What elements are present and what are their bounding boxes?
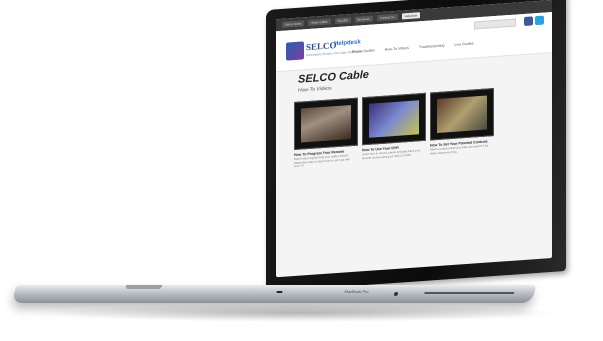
- top-link-helpdesk[interactable]: Helpdesk: [401, 12, 421, 20]
- top-link-pay-bill[interactable]: Pay Bill: [334, 17, 351, 25]
- video-description: Need help programming your cable remote?…: [294, 153, 350, 169]
- site-logo[interactable]: SELCO Helpdesk Shrewsbury Electric and C…: [286, 36, 363, 63]
- laptop-lid: Selco Home Selco Cable Pay Bill Business…: [266, 0, 566, 293]
- top-link-selco-home[interactable]: Selco Home: [282, 20, 305, 28]
- search-input[interactable]: [474, 18, 516, 30]
- video-thumbnail[interactable]: [294, 97, 358, 151]
- main-content: SELCO Cable How-To Videos How To Program…: [284, 57, 544, 170]
- laptop-shadow: [40, 304, 560, 322]
- logo-mark-icon: [286, 41, 304, 61]
- main-nav: Phone Guides How-To Videos Troubleshooti…: [352, 41, 474, 53]
- video-card[interactable]: How To Program Your Remote Need help pro…: [294, 97, 358, 169]
- video-card[interactable]: How To Use Your DVR Learn how to record,…: [362, 92, 426, 164]
- social-links: [524, 15, 544, 26]
- video-description: Want to restrict what your kids can watc…: [430, 143, 489, 156]
- laptop-screen: Selco Home Selco Cable Pay Bill Business…: [276, 0, 552, 278]
- twitter-icon[interactable]: [535, 15, 544, 26]
- nav-item-live-guides[interactable]: Live Guides: [455, 41, 474, 46]
- laptop-brand-label: MacBook Pro: [344, 289, 370, 294]
- lid-opening-notch: [125, 285, 163, 289]
- nav-item-how-to-videos[interactable]: How-To Videos: [385, 46, 409, 52]
- video-thumbnail[interactable]: [362, 92, 426, 146]
- top-link-contact-us[interactable]: Contact Us: [376, 13, 398, 22]
- video-thumbnail[interactable]: [430, 88, 494, 141]
- logo-badge: Helpdesk: [334, 39, 361, 48]
- top-link-business[interactable]: Business: [354, 15, 373, 23]
- video-card[interactable]: How To Set Your Parental Controls Want t…: [430, 88, 494, 159]
- facebook-icon[interactable]: [524, 16, 533, 26]
- laptop-scene: Selco Home Selco Cable Pay Bill Business…: [0, 0, 603, 341]
- video-description: Learn how to record, pause and play back…: [362, 148, 421, 160]
- optical-drive-slot: [424, 292, 515, 294]
- top-link-selco-cable[interactable]: Selco Cable: [308, 18, 331, 27]
- nav-item-troubleshooting[interactable]: Troubleshooting: [419, 44, 445, 50]
- sleep-led-icon: [276, 291, 283, 293]
- video-list: How To Program Your Remote Need help pro…: [294, 85, 544, 169]
- laptop-base: MacBook Pro: [11, 285, 537, 303]
- nav-item-phone-guides[interactable]: Phone Guides: [352, 48, 375, 54]
- port-icon: [393, 292, 399, 296]
